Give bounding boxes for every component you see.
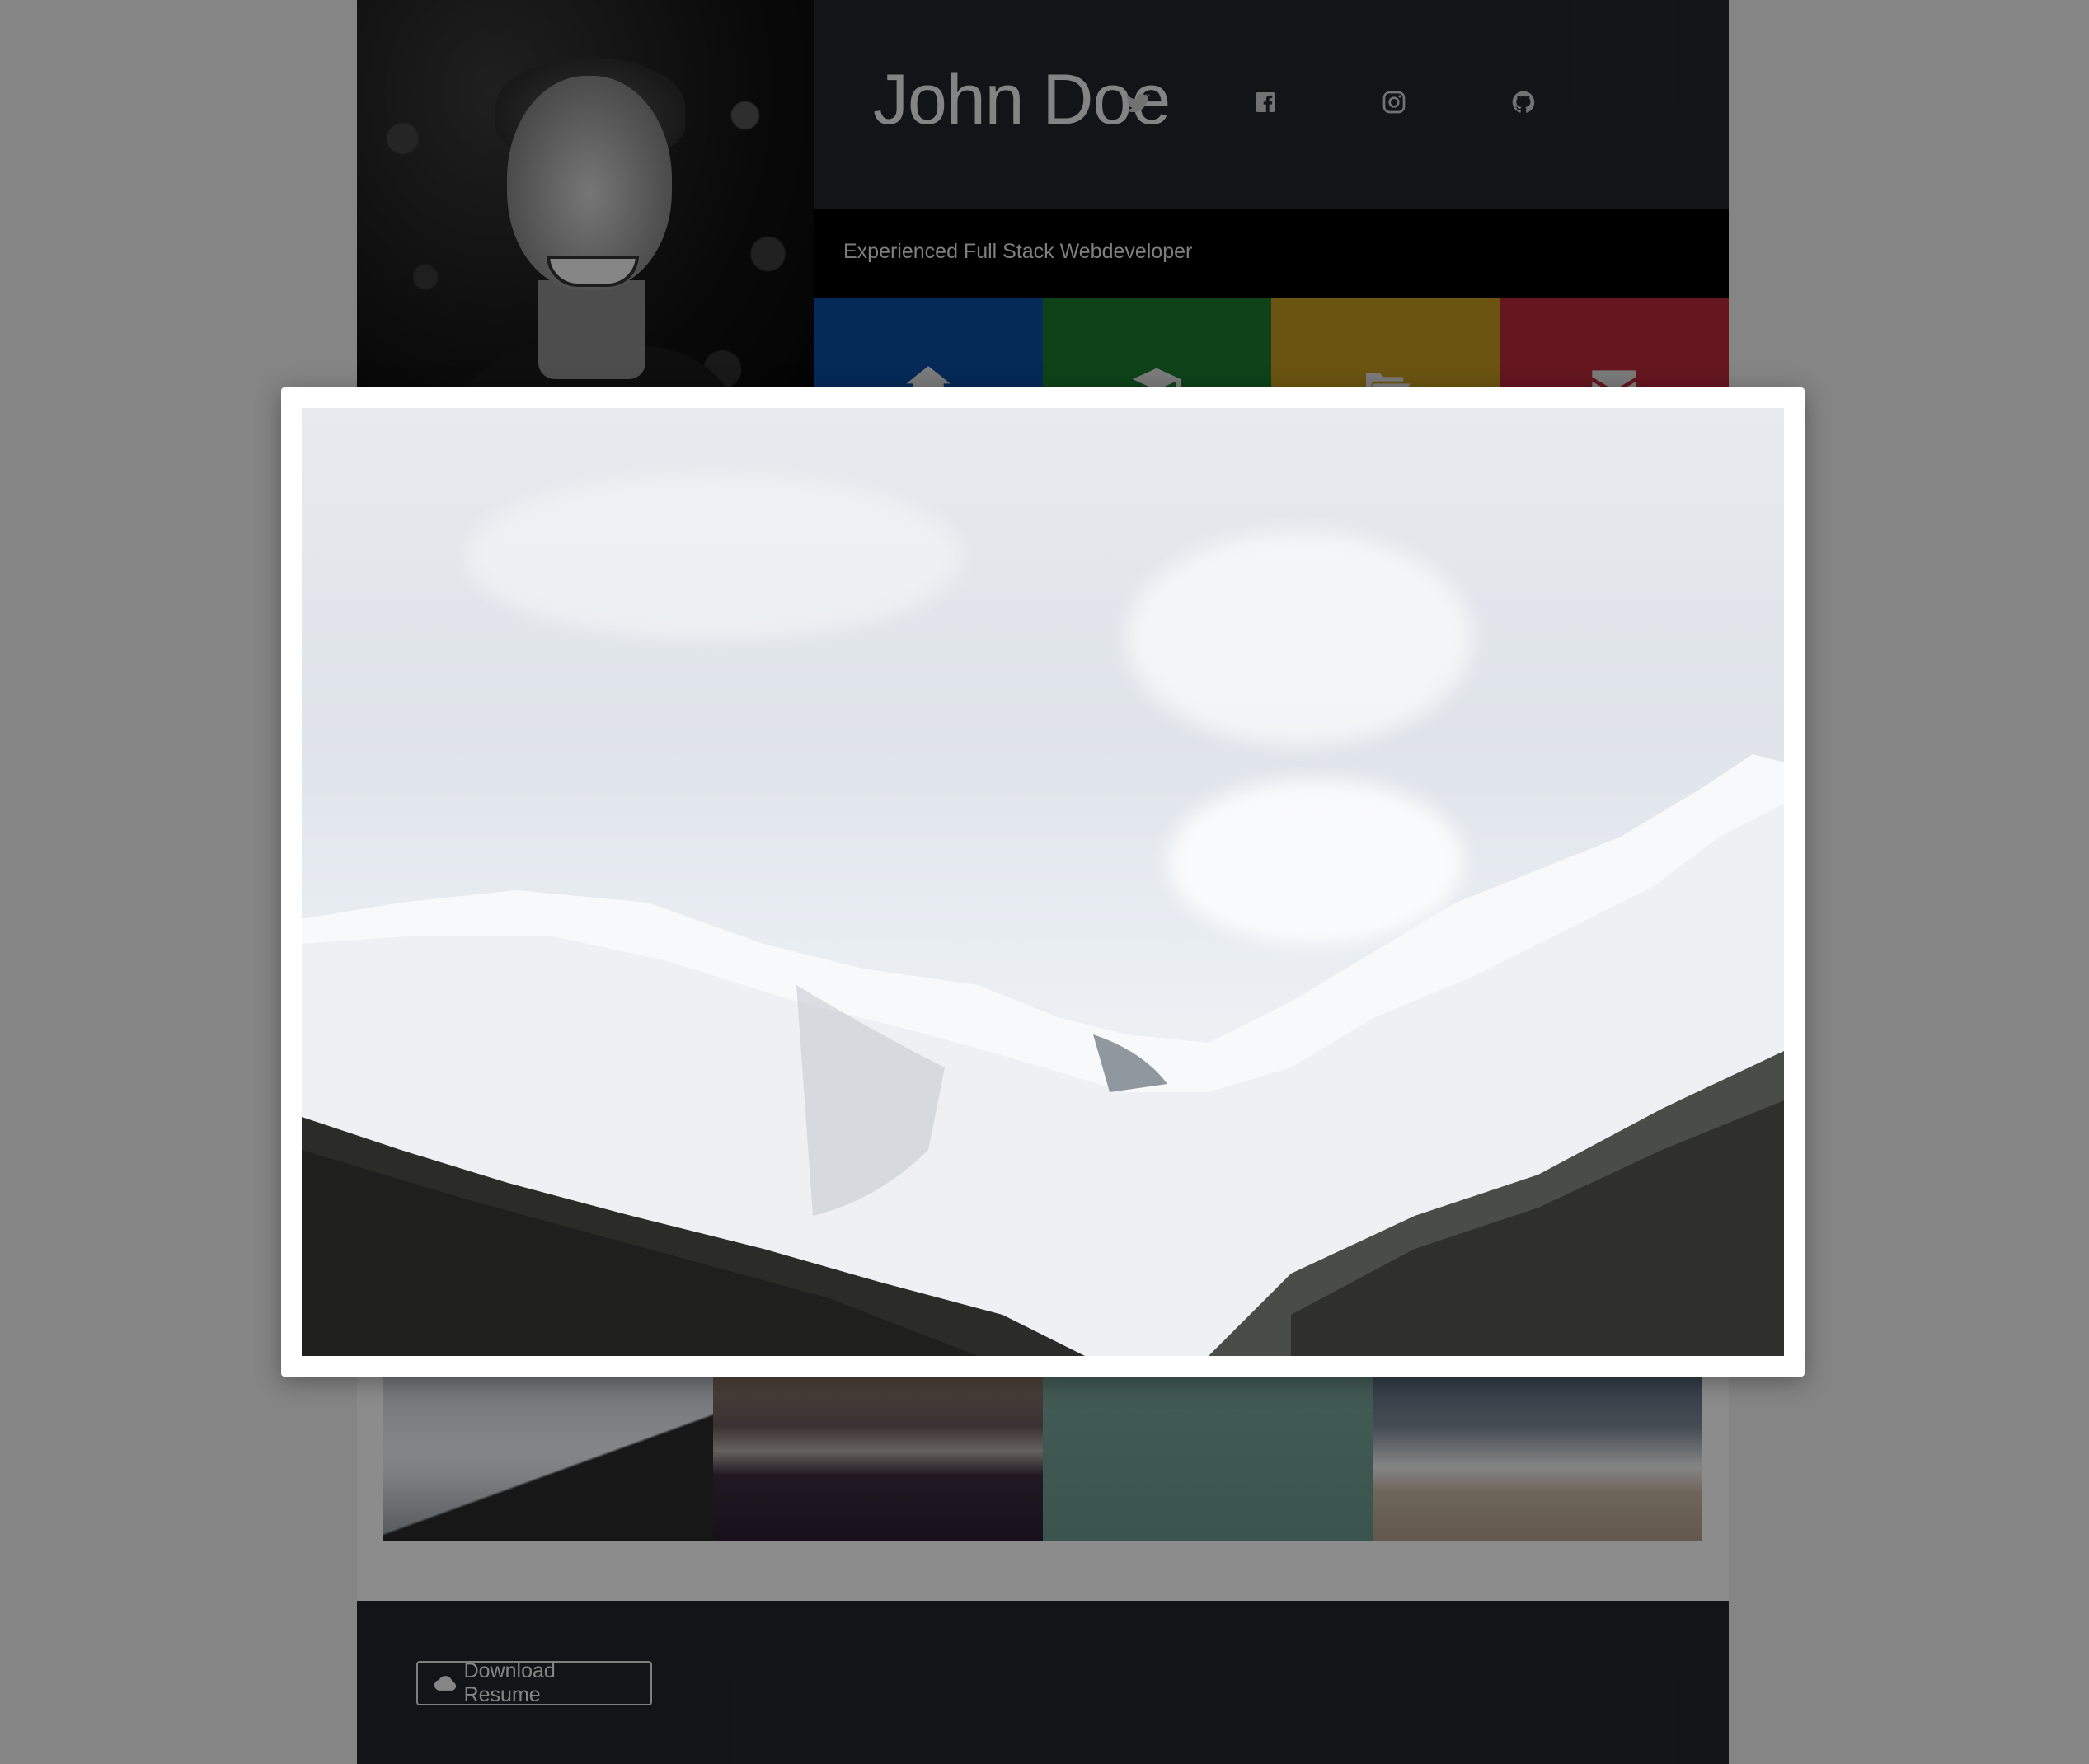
lightbox-image xyxy=(302,408,1784,1356)
lightbox-modal xyxy=(281,387,1805,1377)
